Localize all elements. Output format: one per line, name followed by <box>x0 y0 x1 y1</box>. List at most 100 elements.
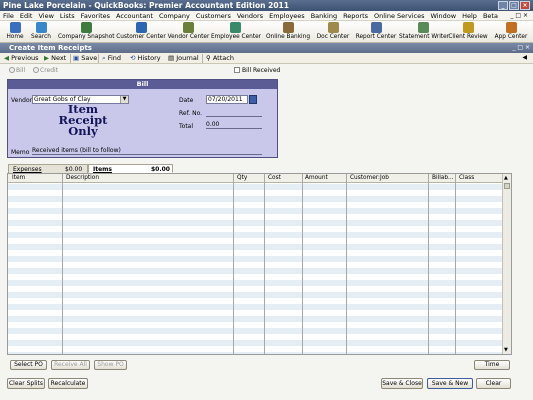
menu-beta[interactable]: Beta <box>480 11 501 21</box>
menu-banking[interactable]: Banking <box>308 11 340 21</box>
iconbar-home[interactable]: Home <box>2 22 28 41</box>
iconbar-vendor-center[interactable]: Vendor Center <box>167 22 210 41</box>
tab-expenses[interactable]: Expenses $0.00 <box>8 164 88 173</box>
column-billable[interactable]: Billab... <box>432 174 454 183</box>
close-button[interactable]: × <box>520 1 530 10</box>
menu-view[interactable]: View <box>35 11 56 21</box>
select-po-button[interactable]: Select PO <box>10 360 47 370</box>
menu-online-services[interactable]: Online Services <box>371 11 427 21</box>
menu-file[interactable]: File <box>0 11 17 21</box>
column-divider <box>346 174 347 354</box>
menu-help[interactable]: Help <box>459 11 480 21</box>
next-button[interactable]: ▶ Next <box>44 54 66 63</box>
menu-customers[interactable]: Customers <box>193 11 234 21</box>
iconbar-search[interactable]: Search <box>29 22 53 41</box>
company-name: Pine Lake Porcelain <box>3 1 86 10</box>
column-item[interactable]: Item <box>12 174 25 183</box>
credit-radio[interactable]: Credit <box>33 67 58 74</box>
recalculate-button[interactable]: Recalculate <box>48 378 88 389</box>
subwindow-controls[interactable]: _ □ × <box>512 43 530 53</box>
mdi-controls[interactable]: _ □ × <box>507 11 531 21</box>
menu-favorites[interactable]: Favorites <box>78 11 113 21</box>
maximize-button[interactable]: □ <box>509 1 519 10</box>
menu-company[interactable]: Company <box>156 11 193 21</box>
expense-item-tabs: Expenses $0.00 Items $0.00 <box>8 164 173 173</box>
scroll-down-icon[interactable]: ▼ <box>504 347 508 353</box>
menu-vendors[interactable]: Vendors <box>234 11 266 21</box>
scroll-thumb[interactable] <box>504 183 510 189</box>
column-cost[interactable]: Cost <box>268 174 281 183</box>
iconbar-report-center[interactable]: Report Center <box>354 22 398 41</box>
bill-received-checkbox[interactable]: Bill Received <box>234 67 280 74</box>
menu-accountant[interactable]: Accountant <box>113 11 156 21</box>
save-new-button[interactable]: Save & New <box>427 378 473 389</box>
bill-radio-icon <box>9 67 15 73</box>
bill-radio[interactable]: Bill <box>9 67 25 74</box>
calendar-icon[interactable] <box>249 95 257 104</box>
item-receipt-form: Bill Vendor Great Gobs of Clay ▼ Date 07… <box>7 79 278 158</box>
save-close-button[interactable]: Save & Close <box>381 378 423 389</box>
ref-no-field[interactable] <box>206 109 262 117</box>
subwindow-title-bar: Create Item Receipts _ □ × <box>0 43 533 53</box>
menu-edit[interactable]: Edit <box>17 11 36 21</box>
vendor-label: Vendor <box>11 97 33 104</box>
receive-all-button[interactable]: Receive All <box>51 360 90 370</box>
column-qty[interactable]: Qty <box>237 174 247 183</box>
iconbar-app-center[interactable]: App Center <box>492 22 530 41</box>
column-divider <box>302 174 303 354</box>
iconbar-online-banking[interactable]: Online Banking <box>265 22 311 41</box>
time-button[interactable]: Time <box>474 360 510 370</box>
iconbar-doc-center[interactable]: Doc Center <box>316 22 350 41</box>
iconbar-employee-center[interactable]: Employee Center <box>211 22 261 41</box>
items-grid: Item Description Qty Cost Amount Custome… <box>7 173 512 355</box>
attach-button[interactable]: ⚲ Attach <box>206 54 234 63</box>
checkbox-icon <box>234 67 240 73</box>
column-description[interactable]: Description <box>66 174 99 183</box>
tab-items[interactable]: Items $0.00 <box>88 164 173 173</box>
previous-button[interactable]: ◀ Previous <box>4 54 39 63</box>
toolbar-divider <box>202 54 203 63</box>
column-divider <box>233 174 234 354</box>
clear-button[interactable]: Clear <box>476 378 511 389</box>
ref-no-label: Ref. No. <box>179 110 203 117</box>
menu-window[interactable]: Window <box>427 11 459 21</box>
vendor-icon <box>183 22 194 33</box>
grid-scrollbar[interactable]: ▲ ▼ <box>502 174 511 354</box>
credit-radio-icon <box>33 67 39 73</box>
app-icon <box>505 22 517 33</box>
iconbar-client-review[interactable]: Client Review <box>448 22 488 41</box>
app-title-bar: Pine Lake Porcelain - QuickBooks: Premie… <box>0 0 533 11</box>
column-amount[interactable]: Amount <box>305 174 328 183</box>
history-button[interactable]: ⟲ History <box>130 54 161 63</box>
previous-icon: ◀ <box>4 54 9 62</box>
find-button[interactable]: ⌕ Find <box>102 54 121 63</box>
show-po-button[interactable]: Show PO <box>94 360 127 370</box>
scroll-up-icon[interactable]: ▲ <box>504 175 508 181</box>
column-divider <box>455 174 456 354</box>
chevron-down-icon: ▼ <box>120 96 128 103</box>
bank-icon <box>282 22 294 33</box>
item-receipt-stamp: Item Receipt Only <box>58 102 108 138</box>
clear-splits-button[interactable]: Clear Splits <box>7 378 45 389</box>
iconbar-statement-writer[interactable]: Statement Writer <box>399 22 449 41</box>
column-divider <box>428 174 429 354</box>
memo-field[interactable]: Received items (bill to follow) <box>32 147 262 155</box>
journal-button[interactable]: ▤ Journal <box>168 54 199 63</box>
next-icon: ▶ <box>44 54 49 62</box>
save-button[interactable]: ▣ Save <box>73 54 97 63</box>
date-field[interactable]: 07/20/2011 <box>206 95 248 104</box>
column-class[interactable]: Class <box>459 174 474 183</box>
iconbar-customer-center[interactable]: Customer Center <box>116 22 166 41</box>
menu-reports[interactable]: Reports <box>340 11 371 21</box>
toolbar-divider <box>70 54 71 63</box>
menu-employees[interactable]: Employees <box>266 11 308 21</box>
minimize-button[interactable]: _ <box>498 1 508 10</box>
icon-bar: Home Search Company Snapshot Customer Ce… <box>0 21 533 43</box>
menu-lists[interactable]: Lists <box>57 11 78 21</box>
save-icon: ▣ <box>73 54 80 62</box>
collapse-panel-icon[interactable]: ◀ <box>522 54 527 61</box>
find-icon: ⌕ <box>102 54 106 62</box>
iconbar-company-snapshot[interactable]: Company Snapshot <box>58 22 115 41</box>
review-icon <box>462 22 474 33</box>
column-customer-job[interactable]: Customer:Job <box>350 174 389 183</box>
